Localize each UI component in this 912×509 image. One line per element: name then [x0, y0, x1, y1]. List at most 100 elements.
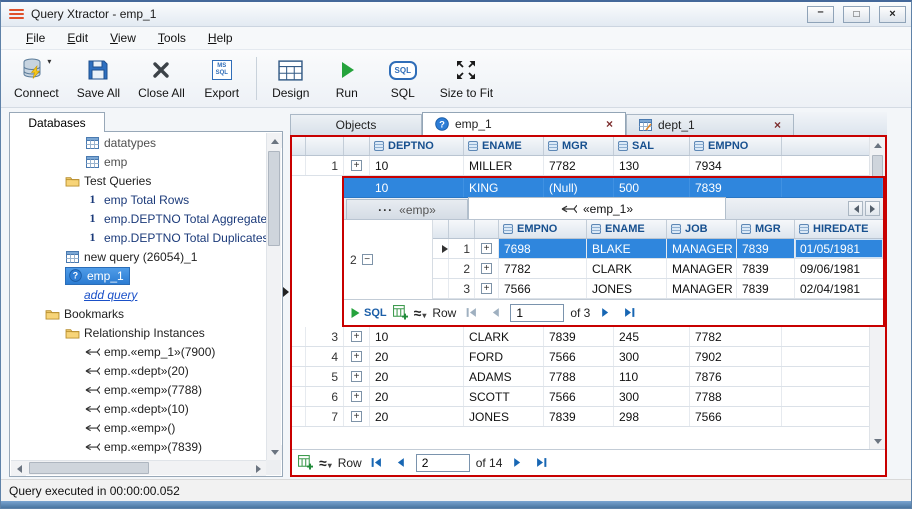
detail-tab-emp-1[interactable]: «emp_1» [468, 197, 726, 219]
expand-row-button[interactable] [344, 387, 370, 406]
selected-master-row[interactable]: 10 KING (Null) 500 7839 [344, 178, 883, 198]
panel-splitter[interactable] [283, 112, 290, 477]
table-row[interactable]: 3 10 CLARK 7839 245 7782 [292, 327, 869, 347]
run-button[interactable]: Run [319, 52, 375, 105]
first-row-button[interactable] [462, 304, 480, 322]
tree-item-emp-total-rows[interactable]: 1 emp Total Rows [11, 190, 266, 209]
expand-row-button[interactable] [475, 239, 499, 258]
tree-item-emp[interactable]: emp [11, 152, 266, 171]
tree-item-emp-1-selected[interactable]: ? emp_1 [11, 266, 266, 285]
row-number-input[interactable] [415, 453, 470, 472]
run-sql-button[interactable]: SQL [350, 307, 387, 319]
row-number-input[interactable] [510, 303, 565, 322]
column-header-mgr[interactable]: MGR [737, 220, 795, 238]
menu-help[interactable]: Help [197, 28, 244, 48]
next-row-button[interactable] [508, 454, 526, 472]
table-row[interactable]: 5 20 ADAMS 7788 110 7876 [292, 367, 869, 387]
scroll-down-button[interactable] [267, 445, 282, 460]
next-row-button[interactable] [596, 304, 614, 322]
append-rows-icon[interactable] [392, 305, 408, 320]
minimize-button[interactable] [807, 5, 834, 23]
close-button[interactable] [879, 5, 906, 23]
expand-row-button[interactable] [344, 367, 370, 386]
menu-edit[interactable]: Edit [56, 28, 99, 48]
detail-tab-emp[interactable]: «emp» [346, 199, 468, 219]
expand-row-button[interactable] [344, 156, 370, 175]
maximize-button[interactable] [843, 5, 870, 23]
tree-item-relationship-instances[interactable]: Relationship Instances [11, 323, 266, 342]
tree-item-rel-emp-dept-20[interactable]: emp.«dept»(20) [11, 361, 266, 380]
table-row[interactable]: 2 7782 CLARK MANAGER 7839 09/06/1981 [433, 259, 883, 279]
table-row[interactable]: 1 7698 BLAKE MANAGER 7839 01/05/1981 [433, 239, 883, 259]
export-button[interactable]: MS SQL Export [194, 52, 250, 105]
tree-vertical-scrollbar[interactable] [266, 133, 282, 460]
table-row[interactable]: 3 7566 JONES MANAGER 7839 02/04/1981 [433, 279, 883, 299]
table-row[interactable]: 6 20 SCOTT 7566 300 7788 [292, 387, 869, 407]
column-header-empno[interactable]: EMPNO [690, 137, 782, 155]
tree-horizontal-scrollbar[interactable] [11, 460, 266, 476]
tree-item-rel-emp-emp1-7900[interactable]: emp.«emp_1»(7900) [11, 342, 266, 361]
connect-dropdown-icon[interactable]: ▾ [47, 57, 51, 66]
column-header-deptno[interactable]: DEPTNO [370, 137, 464, 155]
connect-button[interactable]: ▾ Connect [5, 52, 68, 105]
scroll-thumb[interactable] [29, 462, 149, 474]
tab-emp-1[interactable]: ? emp_1 [422, 112, 626, 135]
table-row[interactable]: 1 10 MILLER 7782 130 7934 [292, 156, 869, 176]
databases-tab[interactable]: Databases [9, 112, 105, 132]
column-header-hiredate[interactable]: HIREDATE [795, 220, 883, 238]
tab-close-icon[interactable] [606, 119, 613, 129]
collapse-row-button[interactable] [361, 254, 373, 265]
collapse-panel-icon[interactable] [283, 287, 289, 298]
scroll-tabs-left-button[interactable] [848, 201, 863, 216]
sql-button[interactable]: SQL SQL [375, 52, 431, 105]
save-all-button[interactable]: Save All [68, 52, 129, 105]
menu-view[interactable]: View [99, 28, 147, 48]
close-all-button[interactable]: Close All [129, 52, 194, 105]
tree-item-rel-emp-emp-7788[interactable]: emp.«emp»(7788) [11, 380, 266, 399]
tab-dept-1[interactable]: dept_1 [626, 114, 794, 135]
last-row-button[interactable] [532, 454, 550, 472]
previous-row-button[interactable] [486, 304, 504, 322]
tree-item-rel-emp-emp-7839[interactable]: emp.«emp»(7839) [11, 437, 266, 456]
tree-item-test-queries[interactable]: Test Queries [11, 171, 266, 190]
expand-row-button[interactable] [475, 259, 499, 278]
tree-item-new-query[interactable]: new query (26054)_1 [11, 247, 266, 266]
scroll-thumb[interactable] [268, 151, 280, 246]
tree-item-add-query[interactable]: add query [11, 285, 266, 304]
expand-row-button[interactable] [344, 407, 370, 426]
app-menu-icon[interactable] [9, 9, 24, 19]
tree-item-bookmarks[interactable]: Bookmarks [11, 304, 266, 323]
scroll-up-button[interactable] [870, 137, 885, 152]
tree-item-rel-emp-dept-10[interactable]: emp.«dept»(10) [11, 399, 266, 418]
size-to-fit-button[interactable]: Size to Fit [431, 52, 502, 105]
column-header-ename[interactable]: ENAME [464, 137, 544, 155]
expand-row-button[interactable] [475, 279, 499, 298]
column-header-empno[interactable]: EMPNO [499, 220, 587, 238]
scroll-up-button[interactable] [267, 133, 282, 148]
last-row-button[interactable] [620, 304, 638, 322]
expand-row-button[interactable] [344, 327, 370, 346]
previous-row-button[interactable] [392, 454, 410, 472]
expand-row-button[interactable] [344, 347, 370, 366]
design-button[interactable]: Design [263, 52, 319, 105]
scroll-down-button[interactable] [870, 434, 885, 449]
first-row-button[interactable] [368, 454, 386, 472]
column-header-job[interactable]: JOB [667, 220, 737, 238]
scroll-tabs-right-button[interactable] [865, 201, 880, 216]
column-header-sal[interactable]: SAL [614, 137, 690, 155]
table-row[interactable]: 4 20 FORD 7566 300 7902 [292, 347, 869, 367]
tree-item-rel-emp-emp-empty[interactable]: emp.«emp»() [11, 418, 266, 437]
tree-item-datatypes[interactable]: datatypes [11, 133, 266, 152]
scroll-right-button[interactable] [251, 461, 266, 476]
column-header-ename[interactable]: ENAME [587, 220, 667, 238]
table-row[interactable]: 7 20 JONES 7839 298 7566 [292, 407, 869, 427]
menu-tools[interactable]: Tools [147, 28, 197, 48]
tree-item-total-aggregates[interactable]: 1 emp.DEPTNO Total Aggregates [11, 209, 267, 228]
scroll-left-button[interactable] [11, 461, 26, 476]
menu-file[interactable]: File [15, 28, 56, 48]
tab-objects[interactable]: Objects [290, 114, 422, 135]
append-rows-icon[interactable] [298, 455, 313, 470]
signature-dropdown-icon[interactable] [414, 305, 427, 321]
signature-dropdown-icon[interactable] [319, 455, 332, 471]
tab-close-icon[interactable] [774, 120, 781, 130]
